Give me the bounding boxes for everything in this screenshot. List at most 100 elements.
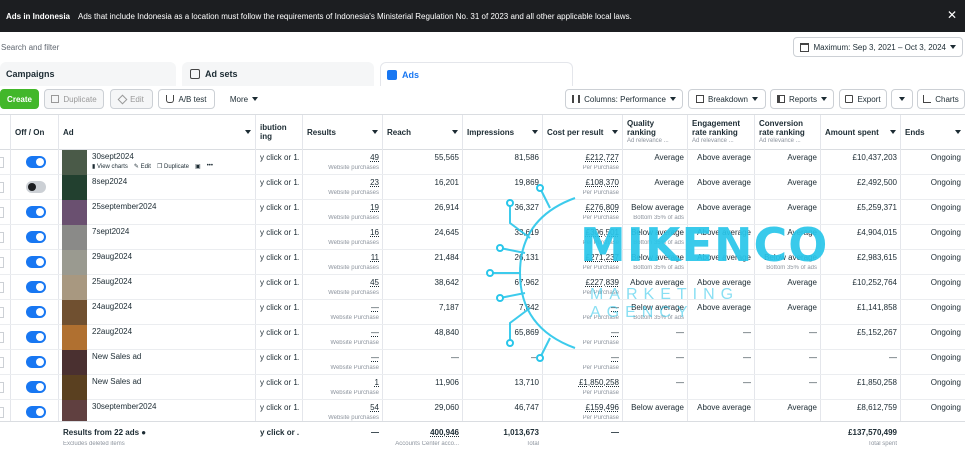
column-header-conversion-ranking[interactable]: Conversion rate ranking Ad relevance ... xyxy=(755,115,820,150)
more-button[interactable]: More xyxy=(222,89,266,109)
row-checkbox[interactable] xyxy=(0,332,4,343)
tab-ad-sets[interactable]: Ad sets xyxy=(182,62,374,86)
ad-name-link[interactable]: 25september2024 xyxy=(92,202,157,211)
cpr-value[interactable]: £108,370 xyxy=(547,178,619,187)
ad-name-link[interactable]: 7sept2024 xyxy=(92,227,129,236)
search-input[interactable]: Search and filter xyxy=(0,43,59,52)
ad-toggle[interactable] xyxy=(26,156,46,168)
row-checkbox[interactable] xyxy=(0,157,4,168)
column-header-impressions[interactable]: Impressions xyxy=(463,115,542,150)
ad-toggle[interactable] xyxy=(26,231,46,243)
date-range-picker[interactable]: Maximum: Sep 3, 2021 – Oct 3, 2024 xyxy=(793,37,963,57)
ad-toggle[interactable] xyxy=(26,331,46,343)
row-checkbox[interactable] xyxy=(0,182,4,193)
ad-name-link[interactable]: 30sept2024 xyxy=(92,152,134,161)
table-row[interactable]: 22aug2024 y click or 1... — Website Purch… xyxy=(0,325,965,350)
view-charts-link[interactable]: ▮ View charts xyxy=(92,163,128,170)
column-header-amount-spent[interactable]: Amount spent xyxy=(821,115,900,150)
results-value[interactable]: 45 xyxy=(307,278,379,287)
row-duplicate-link[interactable]: ❐ Duplicate xyxy=(157,163,189,170)
cpr-value[interactable]: £159,496 xyxy=(547,403,619,412)
ad-name-link[interactable]: 8sep2024 xyxy=(92,177,127,186)
results-value[interactable]: — xyxy=(307,303,379,312)
table-row[interactable]: 29aug2024 y click or 1... 11 Website purc… xyxy=(0,250,965,275)
table-row[interactable]: 25aug2024 y click or 1... 45 Website purc… xyxy=(0,275,965,300)
ad-thumbnail[interactable] xyxy=(62,150,87,175)
reports-button[interactable]: Reports xyxy=(770,89,834,109)
ab-test-button[interactable]: A/B test xyxy=(158,89,215,109)
ad-toggle[interactable] xyxy=(26,256,46,268)
close-icon[interactable]: ✕ xyxy=(947,9,957,21)
results-value[interactable]: 11 xyxy=(307,253,379,262)
table-row[interactable]: New Sales ad y click or 1... 1 Website Pu… xyxy=(0,375,965,400)
results-value[interactable]: — xyxy=(307,353,379,362)
results-value[interactable]: 23 xyxy=(307,178,379,187)
ad-name-link[interactable]: 22aug2024 xyxy=(92,327,132,336)
results-value[interactable]: 54 xyxy=(307,403,379,412)
ad-thumbnail[interactable] xyxy=(62,350,87,375)
preview-icon[interactable]: ▣ xyxy=(195,163,201,170)
results-value[interactable]: — xyxy=(307,328,379,337)
row-checkbox[interactable] xyxy=(0,232,4,243)
ad-thumbnail[interactable] xyxy=(62,275,87,300)
row-checkbox[interactable] xyxy=(0,407,4,418)
row-checkbox[interactable] xyxy=(0,357,4,368)
ad-thumbnail[interactable] xyxy=(62,300,87,325)
cpr-value[interactable]: — xyxy=(547,328,619,337)
more-options-icon[interactable]: ••• xyxy=(207,163,213,170)
ad-name-link[interactable]: 29aug2024 xyxy=(92,252,132,261)
columns-button[interactable]: Columns: Performance xyxy=(565,89,683,109)
ad-toggle[interactable] xyxy=(26,406,46,418)
ad-toggle[interactable] xyxy=(26,206,46,218)
cpr-value[interactable]: £276,809 xyxy=(547,203,619,212)
ad-toggle[interactable] xyxy=(26,281,46,293)
edit-button[interactable]: Edit xyxy=(110,89,153,109)
column-header-cost-per-result[interactable]: Cost per result xyxy=(543,115,622,150)
ad-thumbnail[interactable] xyxy=(62,175,87,200)
column-header-results[interactable]: Results xyxy=(303,115,382,150)
row-checkbox[interactable] xyxy=(0,307,4,318)
ad-thumbnail[interactable] xyxy=(62,250,87,275)
results-value[interactable]: 16 xyxy=(307,228,379,237)
breakdown-button[interactable]: Breakdown xyxy=(688,89,766,109)
column-header-reach[interactable]: Reach xyxy=(383,115,462,150)
info-icon[interactable]: ● xyxy=(141,428,146,437)
row-checkbox[interactable] xyxy=(0,257,4,268)
ad-thumbnail[interactable] xyxy=(62,375,87,400)
export-button[interactable]: Export xyxy=(839,89,887,109)
column-header-engagement-ranking[interactable]: Engagement rate ranking Ad relevance ... xyxy=(688,115,754,150)
row-checkbox[interactable] xyxy=(0,282,4,293)
cpr-value[interactable]: £227,839 xyxy=(547,278,619,287)
tab-ads[interactable]: Ads xyxy=(380,62,573,86)
results-value[interactable]: 49 xyxy=(307,153,379,162)
ad-name-link[interactable]: New Sales ad xyxy=(92,352,141,361)
table-row[interactable]: 25september2024 y click or 1... 19 Websit… xyxy=(0,200,965,225)
row-checkbox[interactable] xyxy=(0,207,4,218)
tab-campaigns[interactable]: Campaigns xyxy=(0,62,176,86)
ad-toggle[interactable] xyxy=(26,381,46,393)
row-edit-link[interactable]: ✎ Edit xyxy=(134,163,151,170)
duplicate-button[interactable]: Duplicate xyxy=(44,89,104,109)
ad-name-link[interactable]: 30september2024 xyxy=(92,402,157,411)
search-bar[interactable]: Search and filter Maximum: Sep 3, 2021 –… xyxy=(0,36,965,58)
table-row[interactable]: 30sept2024 ▮ View charts ✎ Edit ❐ Duplic… xyxy=(0,150,965,175)
create-button[interactable]: Create xyxy=(0,89,39,109)
column-header-ad[interactable]: Ad xyxy=(59,115,255,150)
results-value[interactable]: 19 xyxy=(307,203,379,212)
charts-button[interactable]: Charts xyxy=(917,89,965,109)
column-header-quality-ranking[interactable]: Quality ranking Ad relevance ... xyxy=(623,115,687,150)
column-header-attribution[interactable]: ibution ing xyxy=(256,115,302,150)
ad-thumbnail[interactable] xyxy=(62,325,87,350)
table-row[interactable]: 7sept2024 y click or 1... 16 Website purc… xyxy=(0,225,965,250)
ad-thumbnail[interactable] xyxy=(62,200,87,225)
cpr-value[interactable]: £1,850,258 xyxy=(547,378,619,387)
ad-name-link[interactable]: 24aug2024 xyxy=(92,302,132,311)
export-dropdown-button[interactable] xyxy=(891,89,913,109)
ad-toggle[interactable] xyxy=(26,306,46,318)
cpr-value[interactable]: — xyxy=(547,353,619,362)
ad-name-link[interactable]: New Sales ad xyxy=(92,377,141,386)
column-header-off-on[interactable]: Off / On xyxy=(11,115,58,150)
column-header-ends[interactable]: Ends xyxy=(901,115,965,150)
results-value[interactable]: 1 xyxy=(307,378,379,387)
table-row[interactable]: 24aug2024 y click or 1... — Website Purch… xyxy=(0,300,965,325)
